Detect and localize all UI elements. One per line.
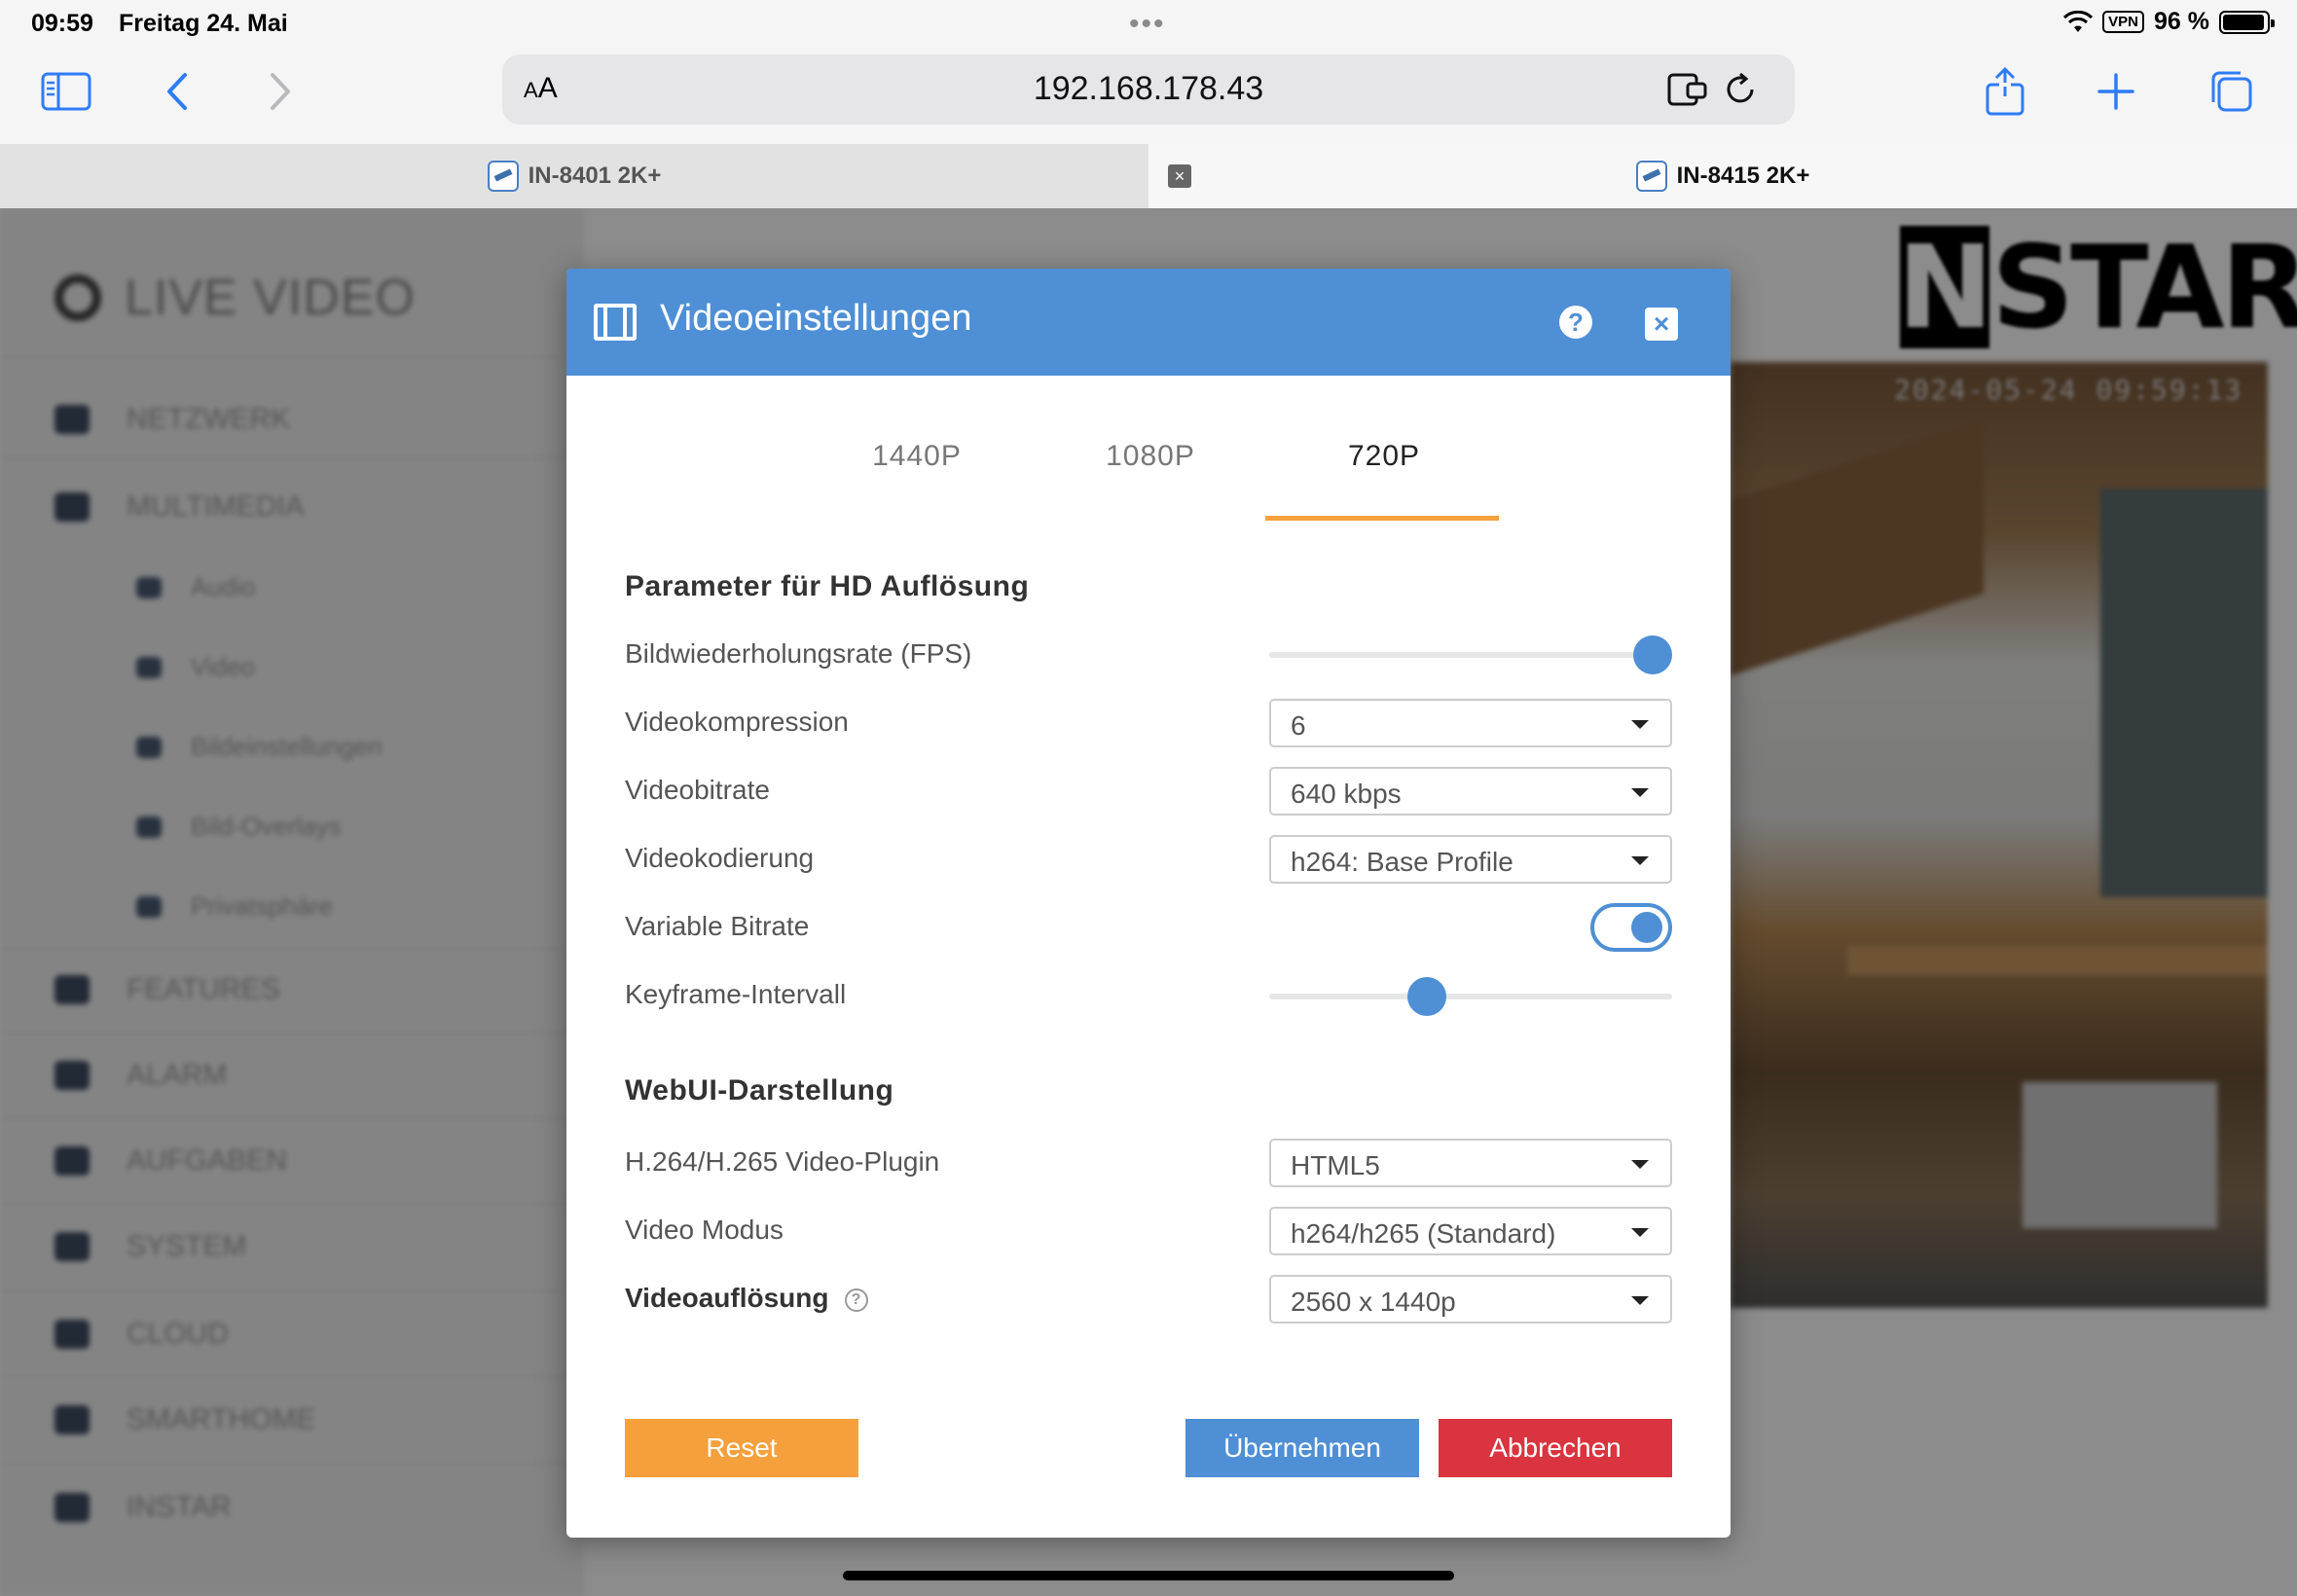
close-tab-icon[interactable]: × [1168, 164, 1191, 188]
status-bar: 09:59 Freitag 24. Mai ••• VPN 96 % [0, 0, 2297, 49]
plus-icon [2097, 73, 2134, 110]
instar-favicon-icon [1635, 161, 1667, 192]
encoding-label: Videokodierung [625, 843, 815, 873]
vpn-badge: VPN [2102, 11, 2145, 33]
video-settings-dialog: Videoeinstellungen ? × 1440P 1080P 720P … [566, 269, 1731, 1538]
variable-bitrate-toggle[interactable] [1590, 903, 1672, 952]
tab-1080p[interactable]: 1080P [1034, 440, 1267, 502]
caret-down-icon [1631, 1296, 1649, 1305]
bitrate-label: Videobitrate [625, 775, 770, 805]
dialog-header: Videoeinstellungen ? × [566, 269, 1731, 376]
video-mode-label: Video Modus [625, 1215, 784, 1245]
instar-favicon-icon [487, 161, 519, 192]
tab-in-8415[interactable]: IN-8415 2K+ [1148, 144, 2297, 208]
resolution-label: Videoauflösung? [625, 1283, 868, 1314]
tab-overview-button[interactable] [2202, 62, 2260, 121]
apply-button[interactable]: Übernehmen [1185, 1419, 1419, 1477]
tab-title: IN-8415 2K+ [1676, 163, 1810, 189]
battery-percent: 96 % [2154, 8, 2209, 35]
cancel-button[interactable]: Abbrechen [1439, 1419, 1672, 1477]
share-button[interactable] [1976, 62, 2034, 121]
status-date: Freitag 24. Mai [119, 10, 288, 37]
question-circle-icon[interactable]: ? [844, 1288, 868, 1312]
resolution-select[interactable]: 2560 x 1440p [1269, 1275, 1672, 1324]
chevron-left-icon [167, 73, 187, 110]
caret-down-icon [1631, 1160, 1649, 1169]
back-button[interactable] [148, 62, 206, 121]
address-bar[interactable]: AA 192.168.178.43 [502, 54, 1795, 125]
section-hd-title: Parameter für HD Auflösung [625, 570, 1030, 602]
keyframe-label: Keyframe-Intervall [625, 979, 847, 1009]
reset-button[interactable]: Reset [625, 1419, 858, 1477]
tab-in-8401[interactable]: IN-8401 2K+ [0, 144, 1148, 208]
chevron-right-icon [271, 73, 290, 110]
browser-tabs: IN-8401 2K+ IN-8415 2K+ × [0, 144, 2297, 208]
fps-slider-track[interactable] [1269, 652, 1672, 658]
tab-1440p[interactable]: 1440P [800, 440, 1034, 502]
toggle-knob [1631, 912, 1662, 943]
browser-toolbar: AA 192.168.178.43 [0, 49, 2297, 144]
fps-label: Bildwiederholungsrate (FPS) [625, 638, 972, 669]
sidebar-toggle-button[interactable] [37, 62, 95, 121]
reload-icon[interactable] [1719, 68, 1762, 111]
bitrate-select[interactable]: 640 kbps [1269, 767, 1672, 816]
translate-icon[interactable] [1666, 68, 1709, 111]
share-icon [1986, 67, 2024, 116]
fps-slider-handle[interactable] [1633, 635, 1672, 674]
battery-icon [2219, 10, 2275, 34]
video-mode-select[interactable]: h264/h265 (Standard) [1269, 1207, 1672, 1255]
url-text[interactable]: 192.168.178.43 [502, 70, 1795, 108]
close-icon[interactable]: × [1645, 308, 1678, 341]
compression-select[interactable]: 6 [1269, 699, 1672, 747]
wifi-icon [2063, 10, 2094, 32]
battery-fill [2223, 14, 2265, 30]
tab-720p[interactable]: 720P [1267, 440, 1501, 502]
plugin-select[interactable]: HTML5 [1269, 1139, 1672, 1187]
dialog-title: Videoeinstellungen [660, 298, 972, 339]
status-right: VPN 96 % [2063, 8, 2275, 36]
resolution-tabs: 1440P 1080P 720P [800, 440, 1501, 502]
caret-down-icon [1631, 720, 1649, 729]
multitasking-dots-icon[interactable]: ••• [1129, 8, 1166, 41]
new-tab-button[interactable] [2087, 62, 2145, 121]
caret-down-icon [1631, 788, 1649, 797]
keyframe-slider-handle[interactable] [1407, 977, 1447, 1016]
sidebar-icon [41, 72, 91, 111]
home-indicator[interactable] [843, 1571, 1454, 1580]
help-icon[interactable]: ? [1559, 306, 1592, 339]
keyframe-slider-track[interactable] [1269, 994, 1672, 999]
caret-down-icon [1631, 856, 1649, 865]
tabs-icon [2211, 71, 2252, 112]
variable-bitrate-label: Variable Bitrate [625, 911, 810, 941]
active-tab-indicator [1265, 516, 1499, 521]
caret-down-icon [1631, 1228, 1649, 1237]
forward-button[interactable] [251, 62, 310, 121]
section-webui-title: WebUI-Darstellung [625, 1074, 894, 1106]
encoding-select[interactable]: h264: Base Profile [1269, 835, 1672, 884]
film-icon [594, 304, 637, 341]
tab-title: IN-8401 2K+ [528, 163, 662, 189]
status-time: 09:59 [31, 10, 93, 37]
plugin-label: H.264/H.265 Video-Plugin [625, 1146, 940, 1177]
compression-label: Videokompression [625, 707, 849, 737]
